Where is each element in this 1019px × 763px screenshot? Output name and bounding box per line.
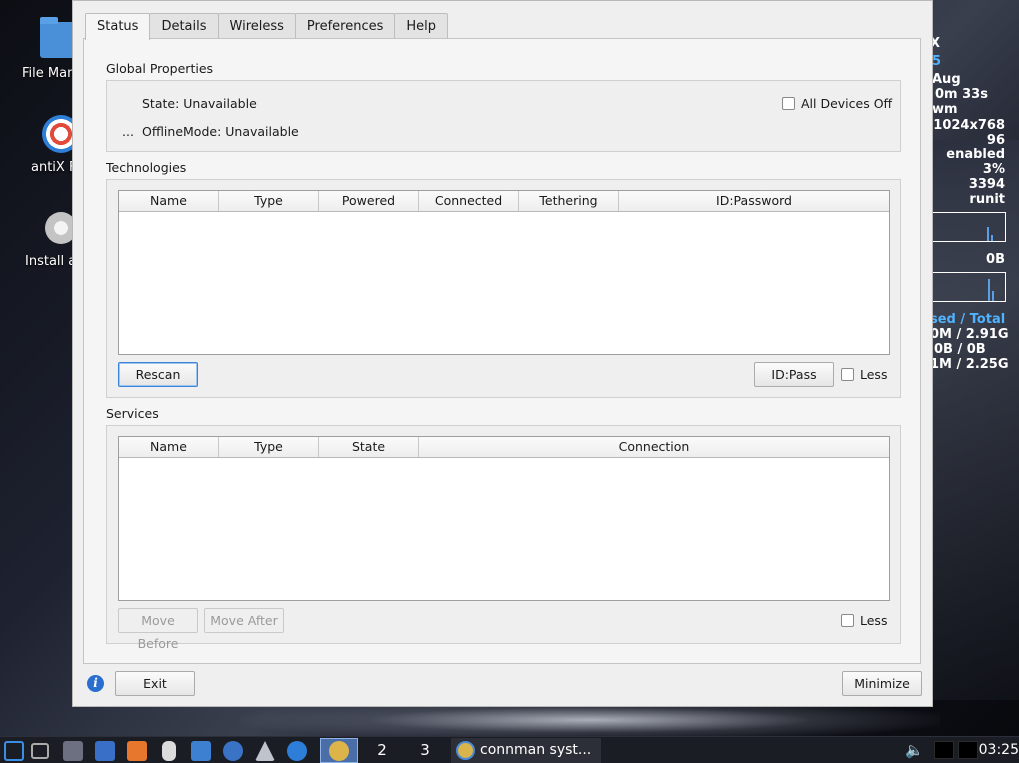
conky-line: 0B / 0B <box>934 342 986 357</box>
antix-logo-icon <box>329 741 349 761</box>
taskbar-task-label: connman syst... <box>480 742 592 758</box>
offline-mode-prefix: ... <box>122 124 134 139</box>
update-icon[interactable] <box>127 741 147 761</box>
window-list-icon[interactable] <box>31 743 49 759</box>
tab-bar: Status Details Wireless Preferences Help <box>85 13 449 40</box>
status-tab-panel: Global Properties State: Unavailable ...… <box>83 38 921 664</box>
conky-line: 1M / 2.25G <box>930 357 1009 372</box>
move-after-button[interactable]: Move After <box>204 608 284 633</box>
services-title: Services <box>106 406 159 421</box>
column-header-type[interactable]: Type <box>219 437 319 457</box>
tab-details[interactable]: Details <box>149 13 219 39</box>
file-manager-icon[interactable] <box>191 741 211 761</box>
technologies-group: Name Type Powered Connected Tethering ID… <box>106 179 901 398</box>
taskbar: 2 3 connman syst... 03:25 <box>0 736 1019 763</box>
desktop-icon-label: File Man <box>22 66 76 81</box>
tab-status[interactable]: Status <box>85 13 151 40</box>
technologies-title: Technologies <box>106 160 187 175</box>
column-header-tethering[interactable]: Tethering <box>519 191 619 211</box>
column-header-state[interactable]: State <box>319 437 419 457</box>
column-header-name[interactable]: Name <box>119 437 219 457</box>
browser-icon[interactable] <box>223 741 243 761</box>
tent-icon[interactable] <box>255 741 275 761</box>
tab-help[interactable]: Help <box>394 13 449 39</box>
column-header-connection[interactable]: Connection <box>419 437 889 457</box>
conky-line: 0B <box>986 252 1005 267</box>
services-less-checkbox[interactable] <box>841 614 854 627</box>
tab-preferences[interactable]: Preferences <box>294 13 396 39</box>
tab-wireless[interactable]: Wireless <box>217 13 296 39</box>
workspace-3[interactable]: 3 <box>406 738 444 763</box>
column-header-id-password[interactable]: ID:Password <box>619 191 889 211</box>
conky-line: Aug <box>932 72 961 87</box>
technologies-less-label[interactable]: Less <box>860 367 887 382</box>
column-header-connected[interactable]: Connected <box>419 191 519 211</box>
desktop-icon-file-manager[interactable]: File Man <box>0 0 80 90</box>
desktop-icon-label: antiX F <box>31 160 77 175</box>
state-label: State: Unavailable <box>142 96 257 111</box>
services-table[interactable]: Name Type State Connection <box>118 436 890 601</box>
all-devices-off-label[interactable]: All Devices Off <box>801 96 892 111</box>
conky-line: 0m 33s <box>935 87 988 102</box>
id-pass-button[interactable]: ID:Pass <box>754 362 834 387</box>
move-before-button[interactable]: Move Before <box>118 608 198 651</box>
conky-line: 3% <box>982 162 1005 177</box>
connman-launcher-icon[interactable] <box>287 741 307 761</box>
connman-task-icon <box>456 741 475 760</box>
desktop-icon-installer[interactable]: Install a <box>0 200 80 290</box>
services-table-header: Name Type State Connection <box>119 437 889 458</box>
show-desktop-icon[interactable] <box>63 741 83 761</box>
rescan-button[interactable]: Rescan <box>118 362 198 387</box>
offline-mode-label: OfflineMode: Unavailable <box>142 124 299 139</box>
services-less-label[interactable]: Less <box>860 613 887 628</box>
technologies-table[interactable]: Name Type Powered Connected Tethering ID… <box>118 190 890 355</box>
clock[interactable]: 03:25 <box>979 738 1019 763</box>
conky-line: 3394 <box>968 177 1005 192</box>
info-icon[interactable]: i <box>87 675 104 692</box>
services-group: Name Type State Connection Move Before M… <box>106 425 901 651</box>
workspace-2[interactable]: 2 <box>363 738 401 763</box>
conky-line: enabled <box>946 147 1005 162</box>
technologies-table-header: Name Type Powered Connected Tethering ID… <box>119 191 889 212</box>
conky-line: 0M / 2.91G <box>930 327 1009 342</box>
conky-net-graph <box>932 272 1006 302</box>
desktop-icon-antix-faq[interactable]: antiX F <box>0 100 80 190</box>
workspace-1[interactable] <box>320 738 358 763</box>
conky-line: 96 <box>986 133 1005 148</box>
desktop-icon-label: Install a <box>25 254 77 269</box>
conky-line: wm <box>932 102 958 117</box>
column-header-type[interactable]: Type <box>219 191 319 211</box>
exit-button[interactable]: Exit <box>115 671 195 696</box>
connman-window: Status Details Wireless Preferences Help… <box>72 0 933 707</box>
conky-line: sed / Total <box>930 312 1006 327</box>
screenshot-icon[interactable] <box>95 741 115 761</box>
all-devices-off-checkbox[interactable] <box>782 97 795 110</box>
conky-line: runit <box>969 192 1005 207</box>
tray-battery-icon[interactable] <box>958 741 978 759</box>
conky-cpu-graph <box>932 212 1006 242</box>
column-header-name[interactable]: Name <box>119 191 219 211</box>
global-properties-group: State: Unavailable ... OfflineMode: Unav… <box>106 80 901 152</box>
tray-network-icon[interactable] <box>934 741 954 759</box>
conky-line: 5 <box>932 54 942 69</box>
app-menu-icon[interactable] <box>4 741 24 761</box>
volume-icon[interactable]: 🔈 <box>905 741 925 759</box>
minimize-button[interactable]: Minimize <box>842 671 922 696</box>
technologies-less-checkbox[interactable] <box>841 368 854 381</box>
conky-line: 1024x768 <box>933 118 1005 133</box>
taskbar-task-connman[interactable]: connman syst... <box>451 738 601 763</box>
global-properties-title: Global Properties <box>106 61 214 76</box>
column-header-powered[interactable]: Powered <box>319 191 419 211</box>
usb-icon[interactable] <box>162 741 176 761</box>
